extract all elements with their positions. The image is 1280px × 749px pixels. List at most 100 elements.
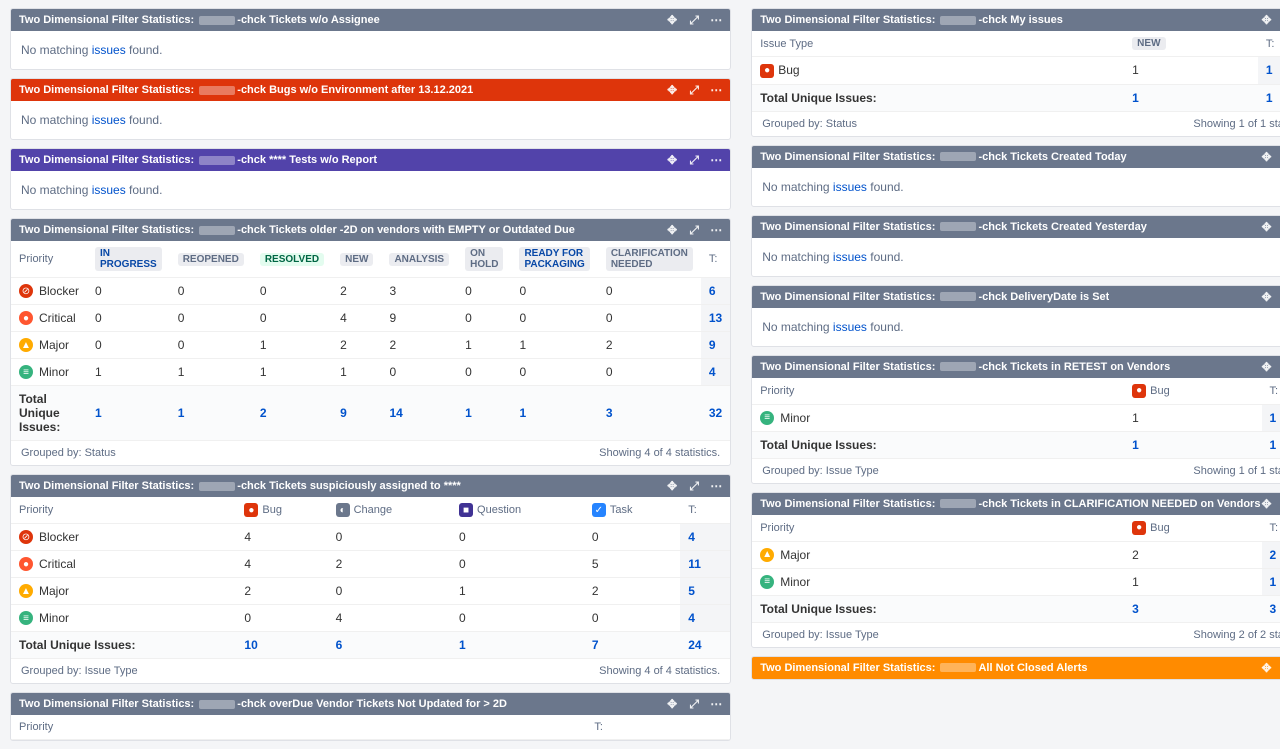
empty-message: No matching issues found. <box>762 176 1280 198</box>
major-icon: ▲ <box>19 584 33 598</box>
col-total[interactable]: T: <box>680 497 730 524</box>
move-icon[interactable]: ✥ <box>666 480 678 492</box>
col-priority[interactable]: Priority <box>11 497 236 524</box>
expand-icon[interactable]: ⤢ <box>688 14 700 26</box>
empty-message: No matching issues found. <box>21 109 720 131</box>
expand-icon[interactable]: ⤢ <box>688 84 700 96</box>
move-icon[interactable]: ✥ <box>1260 662 1272 674</box>
gadget-tickets-yesterday: Two Dimensional Filter Statistics: -chck… <box>751 215 1280 277</box>
move-icon[interactable]: ✥ <box>1260 291 1272 303</box>
move-icon[interactable]: ✥ <box>666 224 678 236</box>
move-icon[interactable]: ✥ <box>1260 151 1272 163</box>
expand-icon[interactable]: ⤢ <box>688 224 700 236</box>
gadget-title: Two Dimensional Filter Statistics: -chck… <box>760 221 1147 233</box>
stats-table: Priority ●Bug T: ▲Major22≡Minor11Total U… <box>752 515 1280 622</box>
status-lozenge: REOPENED <box>178 253 244 266</box>
empty-message: No matching issues found. <box>21 179 720 201</box>
gadget-title: Two Dimensional Filter Statistics: -chck… <box>19 14 380 26</box>
critical-icon: ● <box>19 557 33 571</box>
major-icon: ▲ <box>19 338 33 352</box>
col-priority[interactable]: Priority <box>752 515 1124 542</box>
menu-icon[interactable]: ⋯ <box>710 154 722 166</box>
col-total[interactable]: T: <box>1262 378 1280 405</box>
status-lozenge: CLARIFICATION NEEDED <box>606 247 693 271</box>
table-row: ▲Major20125 <box>11 578 730 605</box>
col-issue-type[interactable]: Issue Type <box>752 31 1124 57</box>
status-lozenge: ON HOLD <box>465 247 503 271</box>
menu-icon[interactable]: ⋯ <box>710 224 722 236</box>
move-icon[interactable]: ✥ <box>1260 221 1272 233</box>
gadget-deliverydate-set: Two Dimensional Filter Statistics: -chck… <box>751 285 1280 347</box>
table-row: ≡Minor 1 1 <box>752 404 1280 431</box>
blocker-icon: ⊘ <box>19 530 33 544</box>
expand-icon[interactable]: ⤢ <box>688 698 700 710</box>
status-lozenge: READY FOR PACKAGING <box>519 247 589 271</box>
group-label: Grouped by: Issue Type <box>762 629 879 641</box>
gadget-title: Two Dimensional Filter Statistics: -chck… <box>760 291 1109 303</box>
showing-label: Showing 1 of 1 statistics. <box>1193 118 1280 130</box>
status-lozenge: RESOLVED <box>260 253 324 266</box>
total-row: Total Unique Issues:33 <box>752 595 1280 622</box>
col-total[interactable]: T: <box>1262 515 1280 542</box>
gadget-title: Two Dimensional Filter Statistics: -chck… <box>760 498 1260 510</box>
stats-table: Issue Type NEW T: ●Bug 1 1 Total Unique … <box>752 31 1280 111</box>
table-row: ≡Minor04004 <box>11 605 730 632</box>
task-icon: ✓ <box>592 503 606 517</box>
gadget-my-issues: Two Dimensional Filter Statistics: -chck… <box>751 8 1280 137</box>
menu-icon[interactable]: ⋯ <box>710 480 722 492</box>
table-row: ⊘Blocker000230006 <box>11 278 730 305</box>
gadget-tickets-no-assignee: Two Dimensional Filter Statistics: -chck… <box>10 8 731 70</box>
stats-table: Priority IN PROGRESS REOPENED RESOLVED N… <box>11 241 730 440</box>
minor-icon: ≡ <box>19 365 33 379</box>
menu-icon[interactable]: ⋯ <box>710 14 722 26</box>
empty-message: No matching issues found. <box>21 39 720 61</box>
col-total[interactable]: T: <box>586 715 730 740</box>
showing-label: Showing 1 of 1 statistics. <box>1193 465 1280 477</box>
move-icon[interactable]: ✥ <box>1260 14 1272 26</box>
move-icon[interactable]: ✥ <box>666 14 678 26</box>
question-icon: ■ <box>459 503 473 517</box>
group-label: Grouped by: Status <box>21 447 116 459</box>
move-icon[interactable]: ✥ <box>666 84 678 96</box>
expand-icon[interactable]: ⤢ <box>688 154 700 166</box>
dashboard-left-column: Two Dimensional Filter Statistics: -chck… <box>10 8 731 741</box>
gadget-title: Two Dimensional Filter Statistics: -chck… <box>19 480 461 492</box>
status-lozenge: ANALYSIS <box>389 253 449 266</box>
table-row: ●Critical0004900013 <box>11 305 730 332</box>
gadget-tickets-today: Two Dimensional Filter Statistics: -chck… <box>751 145 1280 207</box>
empty-message: No matching issues found. <box>762 246 1280 268</box>
gadget-overdue-vendor: Two Dimensional Filter Statistics: -chck… <box>10 692 731 741</box>
table-row: ▲Major22 <box>752 541 1280 568</box>
status-lozenge: IN PROGRESS <box>95 247 162 271</box>
expand-icon[interactable]: ⤢ <box>688 480 700 492</box>
col-priority[interactable]: Priority <box>11 241 87 278</box>
menu-icon[interactable]: ⋯ <box>710 698 722 710</box>
gadget-title: Two Dimensional Filter Statistics: All N… <box>760 662 1087 674</box>
gadget-title: Two Dimensional Filter Statistics: -chck… <box>19 154 377 166</box>
table-row: ≡Minor11 <box>752 568 1280 595</box>
showing-label: Showing 4 of 4 statistics. <box>599 665 720 677</box>
move-icon[interactable]: ✥ <box>666 698 678 710</box>
total-row: Total Unique Issues: 1 1 <box>752 431 1280 458</box>
col-total[interactable]: T: <box>701 241 730 278</box>
showing-label: Showing 4 of 4 statistics. <box>599 447 720 459</box>
move-icon[interactable]: ✥ <box>1260 361 1272 373</box>
major-icon: ▲ <box>760 548 774 562</box>
col-priority[interactable]: Priority <box>11 715 305 740</box>
total-row: Total Unique Issues:1061724 <box>11 632 730 659</box>
gadget-bugs-no-env: Two Dimensional Filter Statistics: -chck… <box>10 78 731 140</box>
move-icon[interactable]: ✥ <box>666 154 678 166</box>
gadget-suspicious-assign: Two Dimensional Filter Statistics: -chck… <box>10 474 731 684</box>
menu-icon[interactable]: ⋯ <box>710 84 722 96</box>
gadget-tests-no-report: Two Dimensional Filter Statistics: -chck… <box>10 148 731 210</box>
blocker-icon: ⊘ <box>19 284 33 298</box>
group-label: Grouped by: Issue Type <box>21 665 138 677</box>
col-priority[interactable]: Priority <box>752 378 1124 405</box>
gadget-tickets-retest: Two Dimensional Filter Statistics: -chck… <box>751 355 1280 484</box>
move-icon[interactable]: ✥ <box>1260 498 1272 510</box>
col-total[interactable]: T: <box>1258 31 1280 57</box>
table-row: ●Bug 1 1 <box>752 57 1280 85</box>
minor-icon: ≡ <box>760 411 774 425</box>
bug-icon: ● <box>244 503 258 517</box>
table-row: ▲Major001221129 <box>11 332 730 359</box>
